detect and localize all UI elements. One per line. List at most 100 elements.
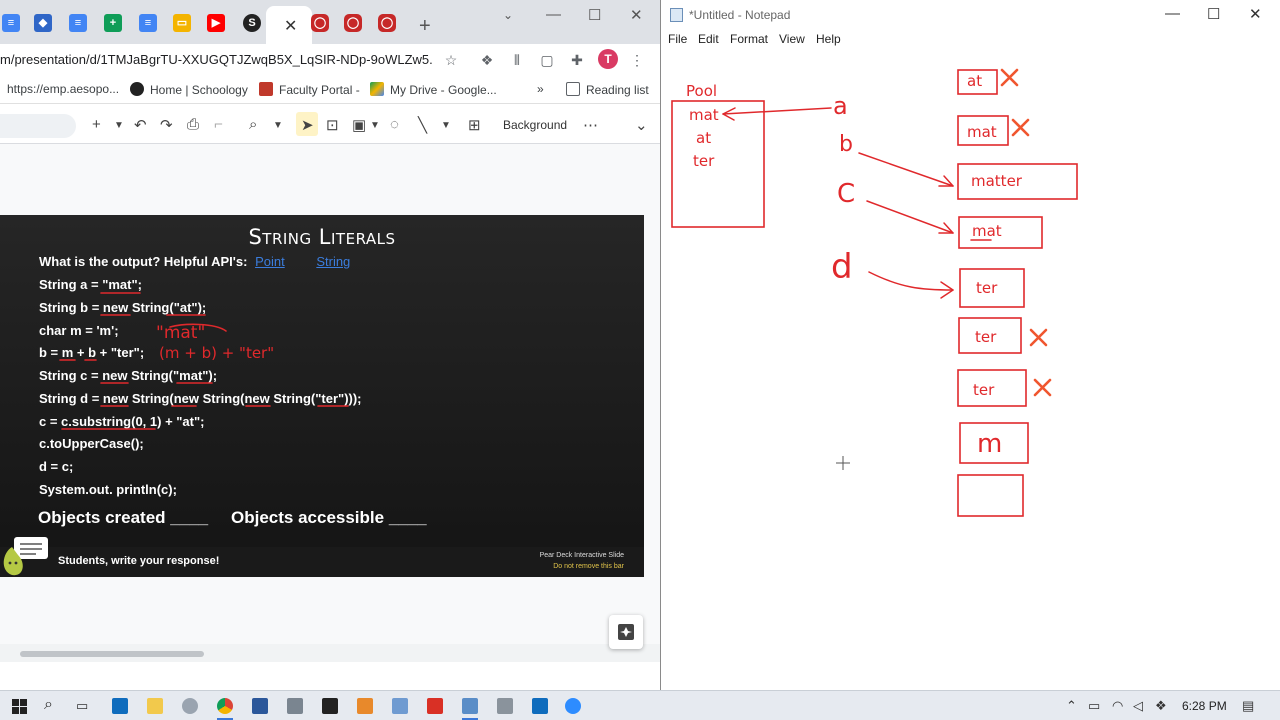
tab-active[interactable]: ✕ xyxy=(266,6,312,44)
new-slide-icon[interactable]: + xyxy=(92,116,101,133)
dropbox-tray-icon[interactable]: ❖ xyxy=(1155,698,1167,714)
bookmark-item[interactable]: https://emp.aesopo... xyxy=(7,82,119,96)
word-icon[interactable] xyxy=(252,698,268,714)
background-button[interactable]: Background xyxy=(503,118,567,132)
close-window-button[interactable]: ✕ xyxy=(630,6,643,24)
menus-search[interactable] xyxy=(0,114,76,138)
chevron-down-icon[interactable]: ▼ xyxy=(441,120,451,131)
terminal-icon[interactable] xyxy=(322,698,338,714)
oracle-icon[interactable]: ◯ xyxy=(344,14,362,32)
youtube-icon[interactable]: ▶ xyxy=(207,14,225,32)
docs-icon[interactable]: ≡ xyxy=(69,14,87,32)
dropbox-icon[interactable]: ❖ xyxy=(478,52,496,70)
peardeck-bar: Students, write your response! Pear Deck… xyxy=(0,547,644,577)
peardeck-label: Pear Deck Interactive Slide xyxy=(539,552,624,559)
comment-icon[interactable]: ⊞ xyxy=(468,116,481,134)
wifi-icon[interactable]: ◠ xyxy=(1112,698,1123,714)
outlook-icon[interactable] xyxy=(112,698,128,714)
slide[interactable]: String Literals What is the output? Help… xyxy=(0,215,644,577)
oracle-icon[interactable]: ◯ xyxy=(378,14,396,32)
sheets-icon[interactable]: + xyxy=(104,14,122,32)
cursor-icon[interactable]: ➤ xyxy=(301,116,314,134)
chevron-down-icon[interactable]: ▼ xyxy=(370,120,380,131)
docs-icon[interactable]: ≡ xyxy=(2,14,20,32)
bookmark-label: https://emp.aesopo... xyxy=(7,82,120,96)
tab-search-chevron-icon[interactable]: ⌄ xyxy=(503,8,513,22)
kebab-menu-icon[interactable]: ⋮ xyxy=(628,52,646,70)
notepad-title: *Untitled - Notepad xyxy=(689,8,791,22)
oracle-icon[interactable]: ◯ xyxy=(311,14,329,32)
close-window-button[interactable]: ✕ xyxy=(1249,5,1262,23)
menu-edit[interactable]: Edit xyxy=(698,32,719,46)
url-text[interactable]: m/presentation/d/1TMJaBgrTU-XXUGQTJZwqB5… xyxy=(0,52,432,67)
bookmark-item[interactable]: My Drive - Google... xyxy=(370,82,497,97)
zoom-app-icon[interactable] xyxy=(565,698,581,714)
box-text: matter xyxy=(971,172,1023,190)
search-icon[interactable]: ⌕ xyxy=(44,696,53,714)
paint-format-icon[interactable]: ⌐ xyxy=(214,116,223,133)
notepad-text-area[interactable]: Pool mat at ter a b C d at mat matter ma… xyxy=(661,50,1280,690)
docs-icon[interactable]: ≡ xyxy=(139,14,157,32)
puzzle-icon[interactable]: ✚ xyxy=(568,52,586,70)
app-icon[interactable] xyxy=(532,698,548,714)
text-box-icon[interactable]: ⊡ xyxy=(326,116,339,134)
more-options-icon[interactable]: ⋯ xyxy=(583,116,598,134)
scrollbar-thumb[interactable] xyxy=(20,651,204,657)
notepad-icon[interactable] xyxy=(462,698,478,714)
extension-box-icon[interactable]: ▢ xyxy=(538,52,556,70)
explore-button[interactable] xyxy=(609,615,643,649)
avatar[interactable]: T xyxy=(598,49,618,69)
app-icon[interactable] xyxy=(392,698,408,714)
notifications-icon[interactable]: ▤ xyxy=(1242,698,1254,714)
windows-start-icon[interactable] xyxy=(12,699,27,714)
volume-icon[interactable]: ◁ xyxy=(1133,698,1143,714)
schoology-icon[interactable]: S xyxy=(243,14,261,32)
heap-box xyxy=(957,474,1024,517)
maximize-button[interactable]: ☐ xyxy=(588,6,601,24)
menu-file[interactable]: File xyxy=(668,32,687,46)
bookmark-item[interactable]: Home | Schoology xyxy=(130,82,248,97)
menu-view[interactable]: View xyxy=(779,32,805,46)
slides-icon[interactable]: ▭ xyxy=(173,14,191,32)
task-view-icon[interactable]: ▭ xyxy=(76,698,88,714)
chevron-down-icon[interactable]: ▼ xyxy=(114,120,124,131)
chevron-down-icon[interactable]: ▼ xyxy=(273,120,283,131)
minimize-button[interactable]: — xyxy=(1165,5,1180,22)
app-icon[interactable] xyxy=(287,698,303,714)
undo-icon[interactable]: ↶ xyxy=(134,116,147,134)
reading-list-button[interactable]: Reading list xyxy=(566,82,649,97)
minimize-button[interactable]: — xyxy=(546,6,561,23)
battery-icon[interactable]: ▭ xyxy=(1088,698,1100,714)
filezilla-icon[interactable] xyxy=(427,698,443,714)
collapse-chevron-icon[interactable]: ⌄ xyxy=(635,116,648,134)
zoom-icon[interactable]: ⌕ xyxy=(249,116,257,133)
file-explorer-icon[interactable] xyxy=(147,698,163,714)
bookmarks-more-button[interactable]: » xyxy=(537,82,544,96)
redo-icon[interactable]: ↷ xyxy=(160,116,173,134)
clock[interactable]: 6:28 PM xyxy=(1182,699,1227,713)
line-icon[interactable]: ╲ xyxy=(418,116,427,134)
chrome-icon[interactable] xyxy=(217,698,233,714)
pear-logo-icon xyxy=(3,537,48,576)
stack-icon[interactable]: ◆ xyxy=(34,14,52,32)
shape-icon[interactable]: ◌ xyxy=(390,116,399,133)
maximize-button[interactable]: ☐ xyxy=(1207,5,1220,23)
horizontal-scrollbar[interactable] xyxy=(0,644,660,662)
app-icon[interactable] xyxy=(497,698,513,714)
print-icon[interactable]: ⎙ xyxy=(187,116,199,133)
menu-format[interactable]: Format xyxy=(730,32,768,46)
menu-help[interactable]: Help xyxy=(816,32,841,46)
arrowhead xyxy=(938,175,954,187)
new-tab-button[interactable]: + xyxy=(419,15,431,38)
address-bar[interactable]: m/presentation/d/1TMJaBgrTU-XXUGQTJZwqB5… xyxy=(0,44,660,77)
bookmark-item[interactable]: Faculty Portal - xyxy=(259,82,360,97)
image-icon[interactable]: ▣ xyxy=(352,116,366,134)
close-tab-icon[interactable]: ✕ xyxy=(284,16,297,36)
tray-chevron-icon[interactable]: ⌃ xyxy=(1066,698,1077,714)
extension-chart-icon[interactable]: ⫴ xyxy=(508,52,526,70)
star-icon[interactable]: ☆ xyxy=(442,52,460,70)
var-label-d: d xyxy=(831,247,853,287)
app-icon[interactable] xyxy=(182,698,198,714)
bookmark-label: My Drive - Google... xyxy=(390,83,497,97)
app-icon[interactable] xyxy=(357,698,373,714)
